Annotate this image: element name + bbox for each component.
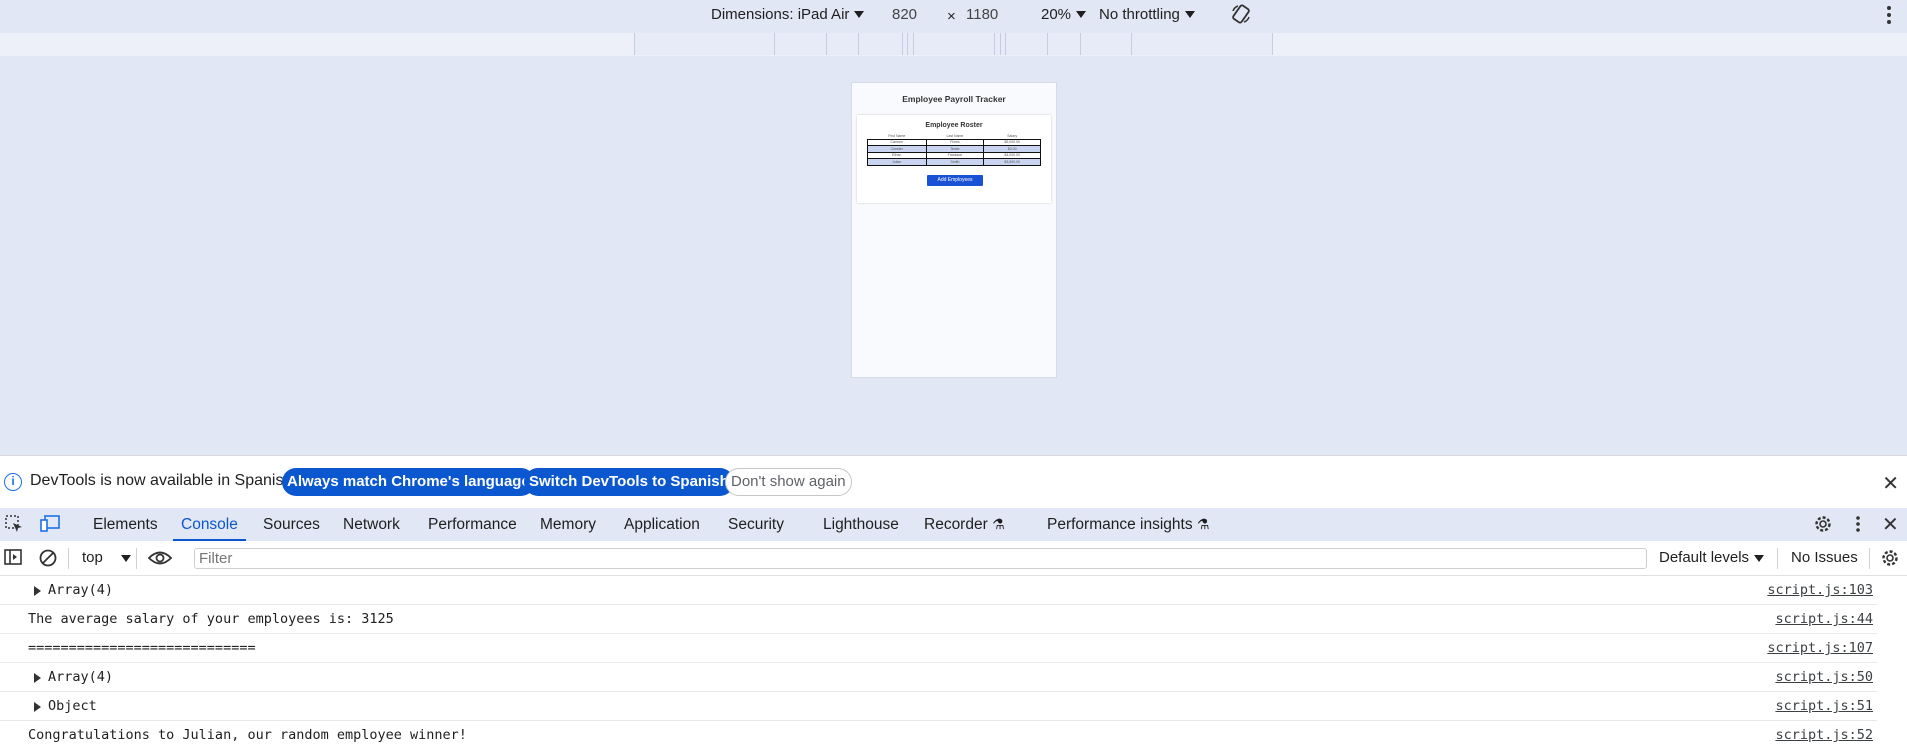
emulated-page: Employee Payroll Tracker Employee Roster… xyxy=(851,82,1057,378)
message-text: Array(4) xyxy=(48,582,114,598)
page-title: Employee Payroll Tracker xyxy=(902,94,1006,104)
info-icon: i xyxy=(4,473,22,491)
filter-input[interactable] xyxy=(194,548,1647,569)
console-toolbar: top Default levels No Issues xyxy=(0,541,1907,576)
switch-spanish-button[interactable]: Switch DevTools to Spanish xyxy=(524,468,734,496)
tab-security[interactable]: Security xyxy=(728,508,784,541)
table-cell: Smith xyxy=(925,158,985,166)
message-text: The average salary of your employees is:… xyxy=(28,611,394,627)
table-cell: Julian xyxy=(867,158,927,166)
tab-application[interactable]: Application xyxy=(624,508,700,541)
dimensions-label: Dimensions: iPad Air xyxy=(711,6,850,23)
device-viewport: Employee Payroll Tracker Employee Roster… xyxy=(0,56,1907,455)
message-text: Congratulations to Julian, our random em… xyxy=(28,727,467,743)
source-link[interactable]: script.js:44 xyxy=(1775,611,1873,627)
match-language-button[interactable]: Always match Chrome's language xyxy=(282,468,535,496)
source-link[interactable]: script.js:52 xyxy=(1775,727,1873,743)
height-input[interactable]: 1180 xyxy=(966,6,998,23)
console-settings-icon[interactable] xyxy=(1880,548,1900,573)
message-text: Object xyxy=(48,698,97,714)
roster-card: Employee Roster First Name Last Name Sal… xyxy=(857,115,1051,203)
tab-console[interactable]: Console xyxy=(173,508,246,541)
tab-recorder-label: Recorder xyxy=(924,516,988,533)
console-message: The average salary of your employees is:… xyxy=(0,605,1877,634)
tab-network[interactable]: Network xyxy=(343,508,400,541)
throttling-label: No throttling xyxy=(1099,6,1180,23)
expand-arrow-icon[interactable] xyxy=(34,673,41,683)
tab-lighthouse[interactable]: Lighthouse xyxy=(823,508,899,541)
live-expression-eye-icon[interactable] xyxy=(147,549,173,572)
source-link[interactable]: script.js:51 xyxy=(1775,698,1873,714)
dimensions-dropdown[interactable]: Dimensions: iPad Air xyxy=(711,6,865,23)
log-levels-label: Default levels xyxy=(1659,549,1750,566)
throttling-dropdown[interactable]: No throttling xyxy=(1099,6,1195,23)
console-message: Congratulations to Julian, our random em… xyxy=(0,721,1877,750)
expand-arrow-icon[interactable] xyxy=(34,586,41,596)
console-message[interactable]: Array(4) script.js:103 xyxy=(0,576,1877,605)
issues-button[interactable]: No Issues xyxy=(1791,549,1858,566)
inspect-element-icon[interactable] xyxy=(4,514,24,540)
roster-table: First Name Last Name Salary Carmen Flore… xyxy=(867,133,1041,166)
tab-performance[interactable]: Performance xyxy=(428,508,517,541)
tab-sources[interactable]: Sources xyxy=(263,508,320,541)
more-options-icon[interactable] xyxy=(1887,6,1891,24)
table-cell: $3,500.00 xyxy=(983,158,1041,166)
source-link[interactable]: script.js:107 xyxy=(1767,640,1873,656)
clear-console-icon[interactable] xyxy=(38,548,58,573)
chevron-down-icon xyxy=(1754,555,1765,562)
close-icon[interactable]: ✕ xyxy=(1882,471,1899,496)
console-message: ============================ script.js:1… xyxy=(0,634,1877,663)
table-row: Julian Smith $3,500.00 xyxy=(867,158,1041,166)
devtools-tabs: Elements Console Sources Network Perform… xyxy=(0,508,1907,541)
tab-elements[interactable]: Elements xyxy=(93,508,158,541)
context-selector[interactable]: top xyxy=(82,549,132,566)
roster-title: Employee Roster xyxy=(925,122,983,129)
message-text: ============================ xyxy=(28,640,256,656)
flask-icon: ⚗ xyxy=(1196,516,1210,532)
zoom-dropdown[interactable]: 20% xyxy=(1041,6,1087,23)
infobar-message: DevTools is now available in Spanish! xyxy=(30,472,297,489)
dont-show-again-button[interactable]: Don't show again xyxy=(725,468,852,496)
rotate-icon[interactable] xyxy=(1230,3,1252,25)
flask-icon: ⚗ xyxy=(992,516,1005,532)
width-input[interactable]: 820 xyxy=(892,6,917,23)
chevron-down-icon xyxy=(1184,11,1195,18)
tab-performance-insights-label: Performance insights xyxy=(1047,516,1193,533)
more-tabs-icon[interactable] xyxy=(1855,514,1861,540)
sidebar-toggle-icon[interactable] xyxy=(4,548,22,571)
close-devtools-icon[interactable]: ✕ xyxy=(1882,512,1899,537)
tab-performance-insights[interactable]: Performance insights ⚗ xyxy=(1047,508,1209,541)
expand-arrow-icon[interactable] xyxy=(34,702,41,712)
console-messages: Array(4) script.js:103 The average salar… xyxy=(0,576,1907,755)
tab-memory[interactable]: Memory xyxy=(540,508,596,541)
media-query-ruler xyxy=(0,33,1907,56)
settings-gear-icon[interactable] xyxy=(1813,514,1833,540)
zoom-label: 20% xyxy=(1041,6,1072,23)
log-levels-dropdown[interactable]: Default levels xyxy=(1659,549,1765,566)
chevron-down-icon xyxy=(121,555,132,562)
message-text: Array(4) xyxy=(48,669,114,685)
context-label: top xyxy=(82,549,103,566)
source-link[interactable]: script.js:103 xyxy=(1767,582,1873,598)
console-message[interactable]: Array(4) script.js:50 xyxy=(0,663,1877,692)
times-icon: × xyxy=(947,8,956,25)
console-message[interactable]: Object script.js:51 xyxy=(0,692,1877,721)
device-toolbar: Dimensions: iPad Air 820 × 1180 20% No t… xyxy=(0,0,1907,33)
device-toolbar-icon[interactable] xyxy=(39,514,61,540)
chevron-down-icon xyxy=(854,11,865,18)
chevron-down-icon xyxy=(1076,11,1087,18)
source-link[interactable]: script.js:50 xyxy=(1775,669,1873,685)
language-infobar: i DevTools is now available in Spanish! … xyxy=(0,455,1907,508)
tab-recorder[interactable]: Recorder ⚗ xyxy=(924,508,1005,541)
add-employees-button[interactable]: Add Employees xyxy=(927,175,983,186)
